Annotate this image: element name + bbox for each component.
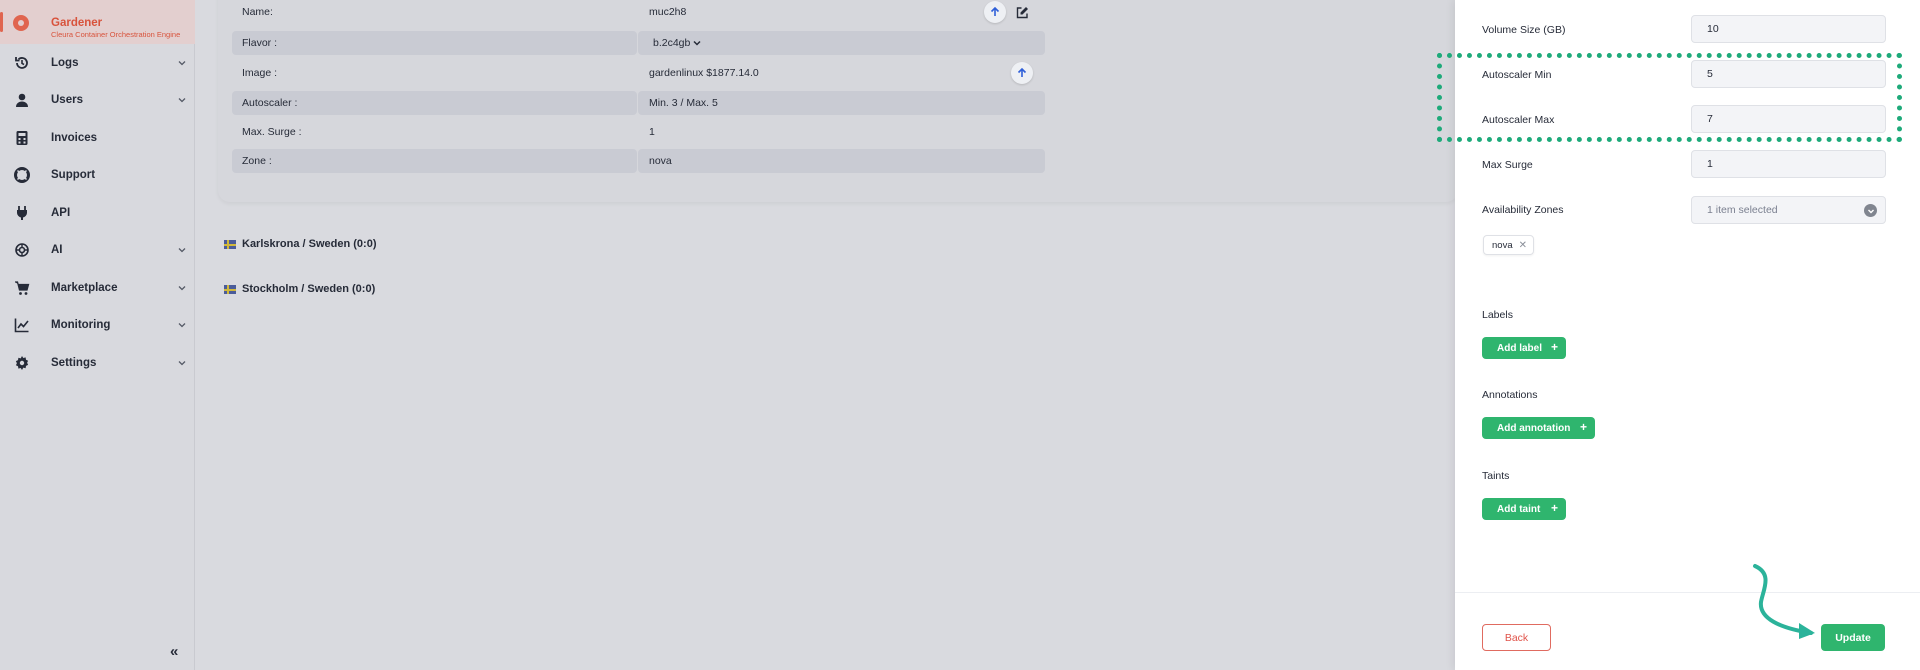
detail-label-name: Name:: [242, 6, 273, 18]
plus-icon: +: [1550, 340, 1558, 354]
chevron-down-icon: [693, 40, 701, 46]
collapse-sidebar-button[interactable]: «: [170, 643, 178, 660]
volume-size-label: Volume Size (GB): [1482, 24, 1566, 36]
footer-divider: [1455, 592, 1920, 593]
cart-icon: [14, 280, 30, 296]
chevron-down-icon: [178, 361, 186, 366]
sidebar-item-logs[interactable]: Logs: [0, 48, 195, 78]
sidebar-item-marketplace[interactable]: Marketplace: [0, 273, 195, 303]
sidebar-item-label: Marketplace: [51, 282, 118, 294]
volume-size-input[interactable]: 10: [1691, 15, 1886, 43]
sidebar-item-settings[interactable]: Settings: [0, 348, 195, 378]
detail-label-image: Image :: [242, 67, 278, 79]
max-surge-input[interactable]: 1: [1691, 150, 1886, 178]
detail-label-max-surge: Max. Surge :: [242, 126, 302, 138]
region-label: Karlskrona / Sweden (0:0): [242, 238, 377, 250]
plus-icon: +: [1579, 420, 1587, 434]
brand-item[interactable]: Gardener Cleura Container Orchestration …: [0, 0, 195, 44]
brand-title: Gardener: [51, 17, 103, 29]
flavor-value: b.2c4gb: [653, 37, 691, 49]
edit-button[interactable]: [1013, 3, 1031, 21]
sweden-flag-icon: [224, 239, 236, 249]
sidebar-item-users[interactable]: Users: [0, 85, 195, 115]
update-button[interactable]: Update: [1821, 624, 1885, 651]
add-taint-button[interactable]: Add taint +: [1482, 498, 1566, 520]
autoscaler-highlight-box: [1437, 53, 1902, 142]
chevron-down-icon: [178, 248, 186, 253]
plug-icon: [14, 205, 30, 221]
arrow-up-icon: [1017, 67, 1027, 77]
plus-icon: +: [1550, 501, 1558, 515]
detail-label-zone: Zone :: [232, 149, 637, 173]
region-karlskrona[interactable]: Karlskrona / Sweden (0:0): [224, 236, 377, 252]
gardener-logo-icon: [13, 15, 29, 31]
region-stockholm[interactable]: Stockholm / Sweden (0:0): [224, 281, 375, 297]
chart-line-icon: [14, 317, 30, 333]
sidebar-item-invoices[interactable]: Invoices: [0, 123, 195, 153]
sidebar-item-label: API: [51, 207, 71, 219]
arrow-up-icon: [990, 6, 1000, 16]
labels-section-title: Labels: [1482, 309, 1513, 321]
add-annotation-button[interactable]: Add annotation +: [1482, 417, 1595, 439]
user-icon: [14, 92, 30, 108]
availability-zones-value: 1 item selected: [1707, 204, 1778, 216]
chevron-down-circle-icon: [1864, 204, 1877, 217]
region-label: Stockholm / Sweden (0:0): [242, 283, 376, 295]
annotations-section-title: Annotations: [1482, 389, 1538, 401]
sidebar-item-label: Logs: [51, 57, 79, 69]
add-label-text: Add label: [1497, 342, 1543, 354]
taints-section-title: Taints: [1482, 470, 1510, 482]
chevron-down-icon: [178, 61, 186, 66]
detail-value-image: gardenlinux $1877.14.0: [649, 67, 759, 79]
sidebar-item-label: Monitoring: [51, 319, 111, 331]
max-surge-label: Max Surge: [1482, 159, 1533, 171]
chevron-down-icon: [178, 286, 186, 291]
chevron-down-icon: [178, 323, 186, 328]
detail-label-autoscaler: Autoscaler :: [232, 91, 637, 115]
sidebar-item-label: Invoices: [51, 132, 98, 144]
sidebar-item-label: AI: [51, 244, 63, 256]
flavor-select[interactable]: b.2c4gb: [638, 31, 1045, 55]
brand-subtitle: Cleura Container Orchestration Engine: [51, 30, 181, 39]
sidebar-item-monitoring[interactable]: Monitoring: [0, 310, 195, 340]
sweden-flag-icon: [224, 284, 236, 294]
sidebar-item-label: Support: [51, 169, 96, 181]
edit-icon: [1016, 6, 1028, 18]
detail-label-flavor: Flavor :: [232, 31, 637, 55]
lifebuoy-icon: [14, 167, 30, 183]
sidebar-item-support[interactable]: Support: [0, 160, 195, 190]
remove-chip-icon[interactable]: ✕: [1519, 240, 1527, 251]
ai-brain-icon: [14, 242, 30, 258]
detail-value-max-surge: 1: [649, 126, 655, 138]
back-button[interactable]: Back: [1482, 624, 1551, 651]
availability-zones-label: Availability Zones: [1482, 204, 1564, 216]
sidebar-item-ai[interactable]: AI: [0, 235, 195, 265]
chevron-down-icon: [178, 98, 186, 103]
add-taint-text: Add taint: [1497, 503, 1541, 515]
gear-icon: [14, 355, 30, 371]
sidebar: Gardener Cleura Container Orchestration …: [0, 0, 195, 670]
sidebar-item-label: Settings: [51, 357, 97, 369]
zone-chip: nova ✕: [1483, 235, 1534, 255]
image-upgrade-button[interactable]: [1011, 62, 1033, 84]
calculator-icon: [14, 130, 30, 146]
zone-chip-label: nova: [1492, 239, 1513, 251]
history-icon: [14, 55, 30, 71]
availability-zones-select[interactable]: 1 item selected: [1691, 196, 1886, 224]
active-indicator: [0, 12, 3, 32]
sidebar-item-label: Users: [51, 94, 83, 106]
detail-value-autoscaler: Min. 3 / Max. 5: [638, 91, 1045, 115]
add-annotation-text: Add annotation: [1497, 422, 1571, 434]
detail-value-zone: nova: [638, 149, 1045, 173]
sidebar-item-api[interactable]: API: [0, 198, 195, 228]
upgrade-button[interactable]: [984, 1, 1006, 23]
add-label-button[interactable]: Add label +: [1482, 337, 1566, 359]
pointer-arrow-icon: [1753, 564, 1815, 639]
